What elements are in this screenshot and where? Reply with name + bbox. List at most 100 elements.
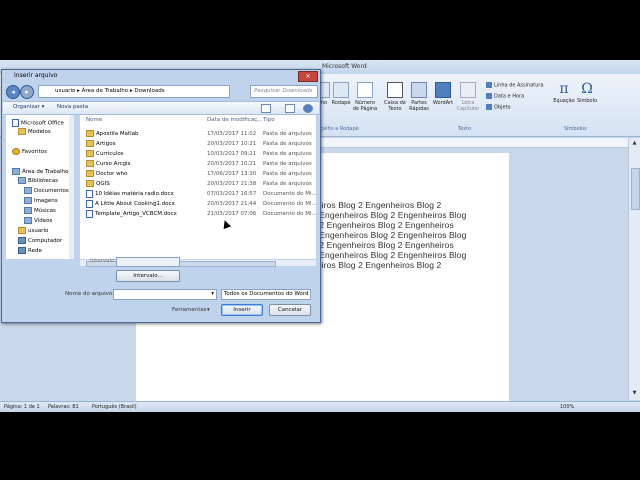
scroll-thumb[interactable] [631, 168, 640, 210]
breadcrumb-downloads[interactable]: Downloads [134, 88, 164, 94]
nav-item-imagens[interactable]: Imagens [24, 197, 58, 205]
tools-button[interactable]: Ferramentas [172, 307, 207, 313]
dropcap-icon [460, 82, 476, 98]
ribbon-simbolo[interactable]: Ω Símbolo [576, 82, 598, 104]
file-row[interactable]: 10 Idéias matéria radio.docx 07/03/2017 1… [80, 189, 317, 199]
footer-icon [333, 82, 349, 98]
file-row[interactable]: Template_Artigo_VCBCM.docx 21/03/2017 07:… [80, 209, 317, 219]
interval-field[interactable] [116, 257, 180, 267]
star-icon [12, 148, 20, 155]
ribbon-wordart[interactable]: WordArt [432, 82, 454, 106]
breadcrumb-usuario[interactable]: usuario [55, 88, 75, 94]
file-row[interactable]: Artigos 20/03/2017 10:21 Pasta de arquivos [80, 139, 316, 149]
ribbon-caixa-texto[interactable]: Caixa de Texto [384, 82, 406, 112]
nav-item-rede[interactable]: Rede [18, 247, 42, 255]
search-input[interactable]: Pesquisar Downloads [250, 85, 318, 98]
column-header-name[interactable]: Nome [86, 117, 102, 123]
search-placeholder: Pesquisar Downloads [254, 88, 313, 94]
signature-icon [486, 82, 492, 88]
folder-icon [86, 140, 94, 147]
file-row[interactable]: Apostila Matlab 17/03/2017 11:02 Pasta de … [80, 129, 316, 139]
ribbon-partes-rapidas[interactable]: Partes Rápidas [408, 82, 430, 112]
library-icon [24, 197, 32, 204]
cancel-button[interactable]: Cancelar [269, 304, 311, 316]
chevron-down-icon[interactable]: ▾ [207, 307, 210, 313]
status-page[interactable]: Página: 1 de 1 [4, 404, 40, 410]
forward-arrow-icon[interactable]: ▸ [20, 85, 34, 99]
ribbon-rodape[interactable]: Rodapé [330, 82, 352, 106]
nav-item-microsoft-office[interactable]: Microsoft Office [12, 119, 64, 127]
breadcrumb[interactable]: usuario ▸ Área de Trabalho ▸ Downloads [38, 85, 230, 98]
doc-line: g 2 Engenheiros Blog 2 Engenheiros [312, 240, 454, 250]
ribbon-equacao[interactable]: π Equação [552, 82, 576, 104]
file-row[interactable]: Curso Arcgis 20/03/2017 10:21 Pasta de arq… [80, 159, 316, 169]
nav-item-usuario[interactable]: usuario [18, 227, 48, 235]
scroll-up-icon[interactable]: ▲ [631, 140, 638, 146]
scroll-down-icon[interactable]: ▼ [631, 390, 638, 396]
group-simbolos: Símbolos [564, 126, 587, 132]
close-icon[interactable]: ✕ [298, 71, 318, 82]
doc-line: heiros Blog 2 Engenheiros Blog 2 [312, 200, 442, 210]
nav-item-musicas[interactable]: Músicas [24, 207, 56, 215]
column-header-date[interactable]: Data de modificaç... [207, 117, 262, 123]
folder-icon [86, 160, 94, 167]
ribbon-numero-pagina[interactable]: Número de Página [352, 82, 378, 112]
filetype-value: Todos os Documentos do Word [224, 291, 309, 297]
ribbon-data-hora[interactable]: Data e Hora [486, 93, 524, 100]
chevron-down-icon[interactable]: ▾ [211, 290, 214, 298]
folder-icon [86, 170, 94, 177]
doc-line: g 2 Engenheiros Blog 2 Engenheiros [312, 220, 454, 230]
word-icon [12, 119, 19, 127]
nav-scrollbar[interactable] [69, 115, 74, 259]
library-icon [24, 207, 32, 214]
file-row[interactable]: Curriculos 10/03/2017 09:21 Pasta de arqui… [80, 149, 316, 159]
vertical-scrollbar[interactable]: ▲ ▼ [628, 138, 640, 400]
file-row[interactable]: A Little About Cooking1.docx 20/03/2017 2… [80, 199, 317, 209]
ribbon-objeto[interactable]: Objeto [486, 104, 511, 111]
ribbon-letra-capitular[interactable]: Letra Capitular [456, 82, 480, 112]
help-icon[interactable] [303, 104, 313, 113]
calendar-icon [486, 93, 492, 99]
dialog-toolbar: Organizar ▾ Nova pasta [3, 101, 319, 115]
new-folder-button[interactable]: Nova pasta [57, 104, 88, 110]
doc-line: 2 Engenheiros Blog 2 Engenheiros Blog [312, 210, 467, 220]
ribbon-linha-assinatura[interactable]: Linha de Assinatura [486, 82, 544, 89]
status-zoom[interactable]: 100% [560, 404, 574, 410]
omega-icon: Ω [581, 81, 593, 97]
column-header-type[interactable]: Tipo [263, 117, 275, 123]
nav-item-modelos[interactable]: Modelos [18, 128, 51, 136]
nav-item-area-trabalho[interactable]: Área de Trabalho [12, 168, 68, 176]
quick-parts-icon [411, 82, 427, 98]
status-bar: Página: 1 de 1 Palavras: 81 Português (B… [0, 401, 640, 412]
preview-pane-icon[interactable] [285, 104, 295, 113]
status-language[interactable]: Português (Brasil) [92, 404, 137, 410]
interval-label: Intervalo: [90, 258, 117, 264]
dialog-title-bar: Inserir arquivo ✕ [2, 70, 320, 82]
view-menu-icon[interactable] [261, 104, 271, 113]
wordart-icon [435, 82, 451, 98]
organize-button[interactable]: Organizar ▾ [13, 104, 44, 110]
address-bar: ◂ ▸ usuario ▸ Área de Trabalho ▸ Downloa… [6, 84, 318, 99]
nav-item-favoritos[interactable]: Favoritos [12, 148, 47, 156]
status-words[interactable]: Palavras: 81 [48, 404, 79, 410]
nav-item-computador[interactable]: Computador [18, 237, 62, 245]
nav-item-documentos[interactable]: Documentos [24, 187, 69, 195]
doc-line: heiros Blog 2 Engenheiros Blog 2 [312, 260, 442, 270]
page-number-icon [357, 82, 373, 98]
file-row[interactable]: Doctor who 17/06/2017 13:30 Pasta de arqui… [80, 169, 316, 179]
back-arrow-icon[interactable]: ◂ [6, 85, 20, 99]
filename-input[interactable]: ▾ [113, 289, 217, 300]
filetype-select[interactable]: Todos os Documentos do Word [221, 289, 311, 300]
library-icon [24, 217, 32, 224]
file-row[interactable]: QGIS 20/03/2017 21:38 Pasta de arquivos [80, 179, 316, 189]
insert-button[interactable]: Inserir [221, 304, 263, 316]
folder-icon [86, 180, 94, 187]
folder-icon [86, 130, 94, 137]
breadcrumb-desktop[interactable]: Área de Trabalho [82, 88, 128, 94]
group-texto: Texto [458, 126, 472, 132]
interval-button[interactable]: Intervalo... [116, 270, 180, 282]
nav-item-bibliotecas[interactable]: Bibliotecas [18, 177, 58, 185]
nav-item-videos[interactable]: Vídeos [24, 217, 52, 225]
doc-line: 2 Engenheiros Blog 2 Engenheiros Blog [312, 250, 467, 260]
textbox-icon [387, 82, 403, 98]
